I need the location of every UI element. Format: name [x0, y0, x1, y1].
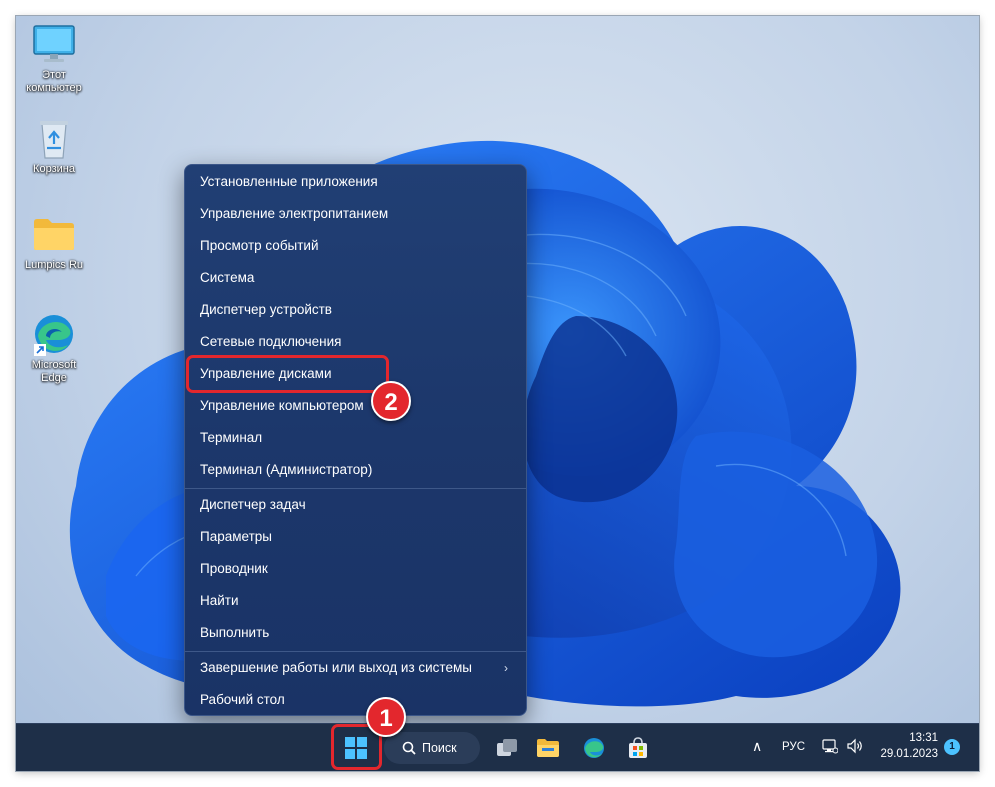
menu-item-device-manager[interactable]: Диспетчер устройств	[189, 295, 522, 325]
menu-item-label: Завершение работы или выход из системы	[200, 660, 472, 675]
tray-overflow-chevron-icon[interactable]: ∧	[752, 738, 762, 755]
taskbar-search[interactable]: Поиск	[384, 732, 480, 764]
menu-item-task-manager[interactable]: Диспетчер задач	[189, 490, 522, 520]
task-view-icon	[497, 739, 517, 756]
notification-badge[interactable]: 1	[944, 739, 960, 755]
highlight-disk-management	[186, 355, 389, 393]
menu-separator	[185, 651, 526, 652]
menu-item-system[interactable]: Система	[189, 263, 522, 293]
menu-item-event-viewer[interactable]: Просмотр событий	[189, 231, 522, 261]
network-icon[interactable]	[822, 738, 839, 757]
desktop-icon-lumpics-folder[interactable]: Lumpics Ru	[16, 212, 92, 272]
menu-item-computer-management[interactable]: Управление компьютером	[189, 391, 522, 421]
file-explorer-taskbar-button[interactable]	[530, 731, 566, 765]
menu-item-power-options[interactable]: Управление электропитанием	[189, 199, 522, 229]
menu-item-settings[interactable]: Параметры	[189, 522, 522, 552]
volume-icon[interactable]	[846, 738, 864, 757]
desktop-icon-recycle-bin[interactable]: Корзина	[16, 116, 92, 176]
clock[interactable]: 13:31 29.01.2023	[878, 730, 938, 762]
language-indicator[interactable]: РУС	[782, 741, 805, 753]
menu-item-terminal-admin[interactable]: Терминал (Администратор)	[189, 455, 522, 485]
desktop-icon-this-pc[interactable]: Этот компьютер	[16, 22, 92, 95]
folder-icon	[537, 739, 559, 757]
desktop-icon-label: Lumpics Ru	[24, 259, 84, 271]
monitor-icon	[32, 22, 76, 66]
menu-item-run[interactable]: Выполнить	[189, 618, 522, 648]
store-icon	[629, 737, 647, 758]
edge-taskbar-button[interactable]	[576, 731, 612, 765]
desktop-icon-edge[interactable]: Microsoft Edge	[16, 312, 92, 385]
menu-item-search[interactable]: Найти	[189, 586, 522, 616]
step-callout-2: 2	[371, 381, 411, 421]
menu-item-terminal[interactable]: Терминал	[189, 423, 522, 453]
menu-item-network-connections[interactable]: Сетевые подключения	[189, 327, 522, 357]
folder-icon	[32, 212, 76, 256]
clock-date: 29.01.2023	[880, 748, 938, 760]
menu-item-installed-apps[interactable]: Установленные приложения	[189, 167, 522, 197]
desktop-icon-label: Корзина	[33, 163, 75, 175]
desktop-icon-label: Этот компьютер	[26, 69, 82, 94]
menu-item-file-explorer[interactable]: Проводник	[189, 554, 522, 584]
desktop-screen: Этот компьютер Корзина Lumpics Ru Micros…	[16, 16, 979, 771]
winx-context-menu: Установленные приложения Управление элек…	[184, 164, 527, 716]
taskbar: Поиск ∧ РУС 13:31 29.01.2023 1	[16, 723, 979, 771]
recycle-bin-icon	[32, 116, 76, 160]
step-callout-1: 1	[366, 697, 406, 737]
task-view-button[interactable]	[489, 731, 525, 765]
search-label: Поиск	[422, 741, 457, 755]
chevron-right-icon: ›	[504, 661, 508, 675]
edge-icon	[584, 738, 604, 758]
menu-separator	[185, 488, 526, 489]
desktop-icon-label: Microsoft Edge	[31, 359, 77, 384]
clock-time: 13:31	[909, 732, 938, 744]
store-taskbar-button[interactable]	[620, 731, 656, 765]
menu-item-shutdown[interactable]: Завершение работы или выход из системы ›	[189, 653, 522, 683]
menu-item-desktop[interactable]: Рабочий стол	[189, 685, 522, 715]
search-icon	[402, 741, 416, 755]
edge-icon	[32, 312, 76, 356]
